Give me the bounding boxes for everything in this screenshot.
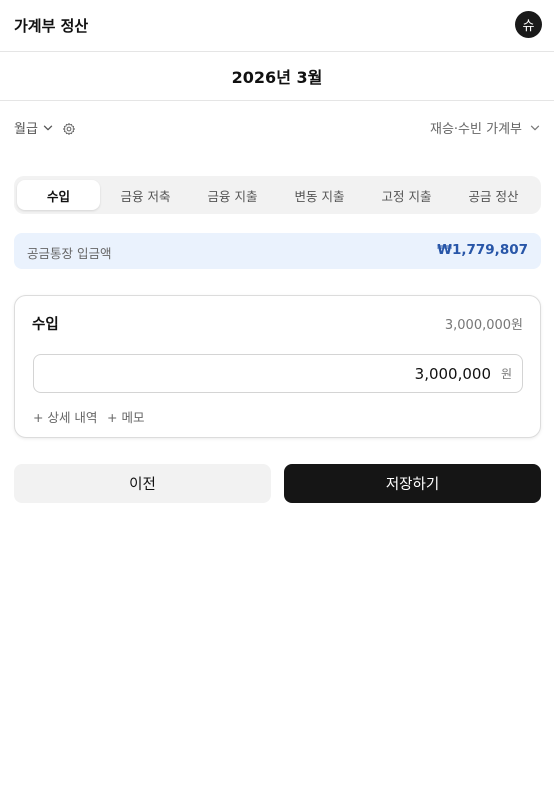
previous-button[interactable]: 이전	[14, 464, 271, 503]
tab-income[interactable]: 수입	[17, 180, 100, 210]
add-memo-link[interactable]: + 메모	[107, 407, 144, 426]
month-title[interactable]: 2026년 3월	[232, 64, 323, 88]
save-button[interactable]: 저장하기	[284, 464, 541, 503]
month-header: 2026년 3월	[0, 52, 554, 101]
ledger-select[interactable]: 재승·수빈 가계부	[430, 118, 540, 137]
app-title: 가계부 정산	[14, 17, 89, 35]
tab-variable-expense[interactable]: 변동 지출	[278, 180, 361, 210]
tab-financial-expense[interactable]: 금융 지출	[191, 180, 274, 210]
chevron-down-icon	[530, 125, 540, 130]
deposit-amount: ₩1,779,807	[437, 242, 528, 258]
pay-type-select[interactable]: 월급	[14, 118, 53, 137]
tab-fixed-expense[interactable]: 고정 지출	[365, 180, 448, 210]
app-header: 가계부 정산 슈	[0, 0, 554, 52]
amount-input[interactable]: 3,000,000 원	[33, 354, 523, 393]
income-card: 수입 3,000,000원 3,000,000 원 + 상세 내역 + 메모	[14, 295, 541, 438]
card-title: 수입	[32, 317, 59, 333]
tab-financial-savings[interactable]: 금융 저축	[104, 180, 187, 210]
pay-type-label: 월급	[14, 122, 38, 137]
filter-row: 월급 재승·수빈 가계부	[0, 118, 554, 142]
category-tabs: 수입 금융 저축 금융 지출 변동 지출 고정 지출 공금 정산	[14, 176, 541, 214]
deposit-label: 공금통장 입금액	[27, 246, 112, 261]
add-detail-link[interactable]: + 상세 내역	[33, 407, 97, 426]
chevron-down-icon	[43, 125, 53, 130]
deposit-banner: 공금통장 입금액 ₩1,779,807	[14, 233, 541, 269]
ledger-label: 재승·수빈 가계부	[430, 122, 522, 137]
amount-value: 3,000,000	[414, 365, 491, 383]
avatar[interactable]: 슈	[515, 11, 542, 38]
gear-icon[interactable]	[62, 122, 76, 136]
tab-shared-settlement[interactable]: 공금 정산	[452, 180, 535, 210]
amount-unit: 원	[500, 367, 512, 381]
card-total: 3,000,000원	[444, 318, 523, 333]
